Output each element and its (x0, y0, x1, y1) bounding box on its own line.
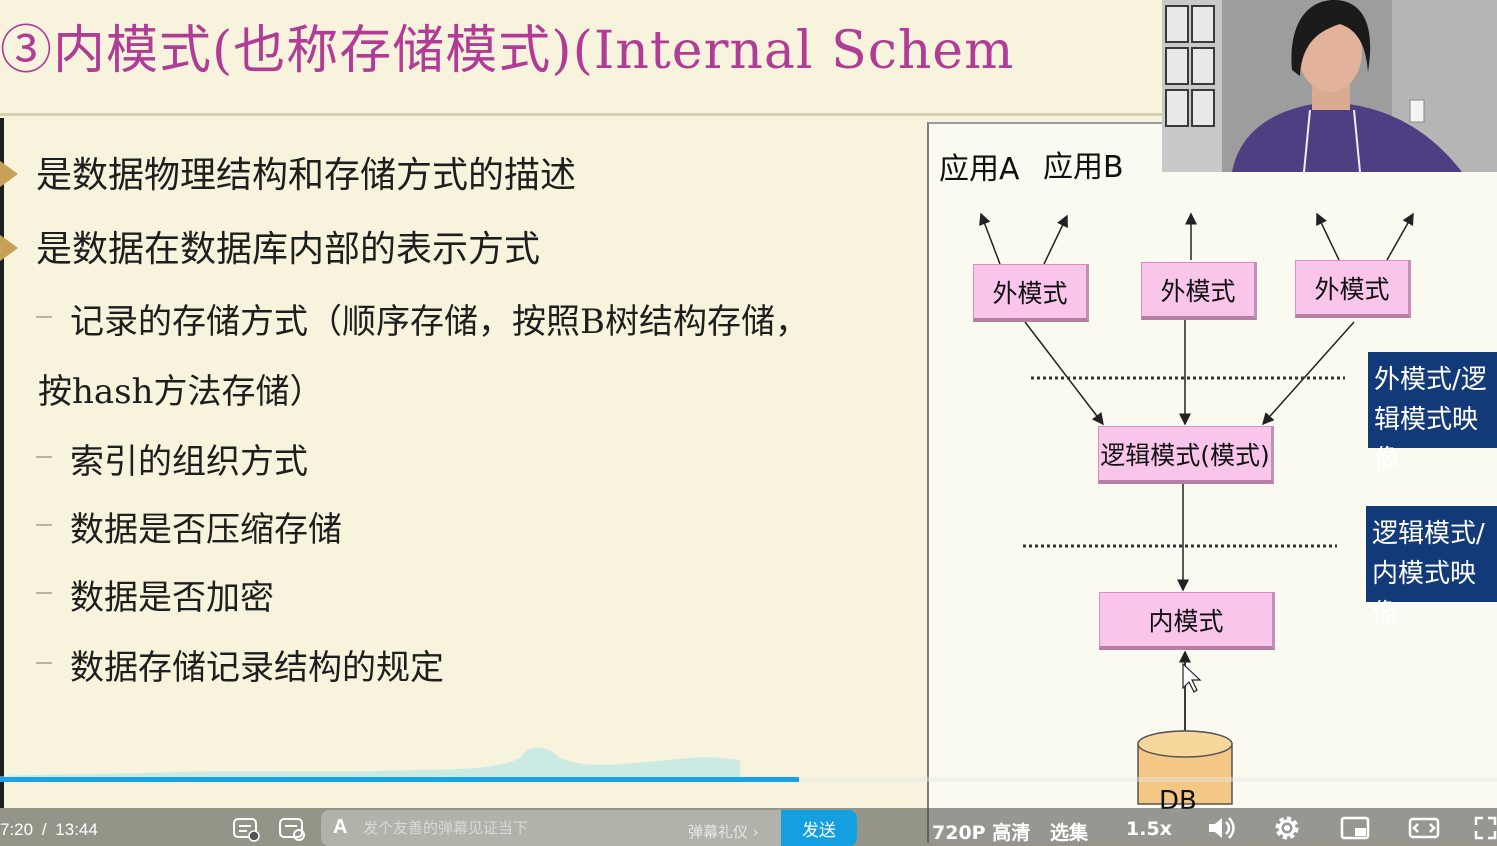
app-label-b: 应用B (1043, 150, 1124, 185)
dash-marker (36, 592, 52, 594)
slide-title: ③内模式(也称存储模式)(Internal Schem (0, 21, 1015, 81)
danmu-settings-icon[interactable] (278, 816, 306, 842)
presenter-video-frame (1162, 0, 1497, 172)
external-schema-box: 外模式 (973, 264, 1089, 322)
danmu-etiquette-link[interactable]: 弹幕礼仪 › (688, 821, 759, 842)
internal-schema-box: 内模式 (1099, 592, 1275, 650)
left-margin-bar (0, 118, 4, 808)
logical-schema-box: 逻辑模式(模式) (1098, 426, 1274, 484)
slide: ③内模式(也称存储模式)(Internal Schem 是数据物理结构和存储方式… (0, 0, 1497, 846)
bullet-triangle-icon (0, 232, 18, 264)
send-button[interactable]: 发送 (781, 810, 857, 846)
bullet-triangle-icon (0, 158, 18, 190)
progress-heat-wave (0, 747, 740, 780)
logical-internal-mapping-label: 逻辑模式/ 内模式映像 (1366, 506, 1497, 629)
volume-icon[interactable] (1206, 814, 1236, 842)
danmu-toggle-icon[interactable] (232, 816, 260, 842)
quality-button[interactable]: 720P 高清 (932, 818, 1030, 845)
external-schema-box: 外模式 (1141, 262, 1257, 320)
diagram-connectors (979, 212, 1414, 805)
dash-marker (36, 316, 52, 318)
dash-marker (36, 456, 52, 458)
webcam-overlay (1162, 0, 1497, 172)
picture-in-picture-icon[interactable] (1340, 815, 1372, 841)
fullscreen-icon[interactable] (1474, 815, 1497, 841)
progress-fill (0, 777, 800, 782)
text-format-icon[interactable]: A (333, 816, 347, 839)
speed-button[interactable]: 1.5x (1126, 818, 1172, 840)
dash-marker (36, 662, 52, 664)
external-schema-box: 外模式 (1295, 260, 1411, 318)
gear-icon[interactable] (1272, 813, 1302, 843)
widescreen-icon[interactable] (1408, 815, 1440, 841)
time-display: 7:20 / 13:44 (0, 820, 98, 839)
dash-marker (36, 524, 52, 526)
external-logical-mapping-label: 外模式/逻 辑模式映像 (1368, 352, 1497, 475)
app-label-a: 应用A (939, 152, 1020, 187)
chevron-right-icon: › (752, 823, 759, 841)
schema-diagram: 应用A 应用B 外模式 外模式 外模式 逻辑模式(模式) 内模式 DB 外模式/… (927, 122, 1497, 842)
episodes-button[interactable]: 选集 (1050, 818, 1088, 845)
